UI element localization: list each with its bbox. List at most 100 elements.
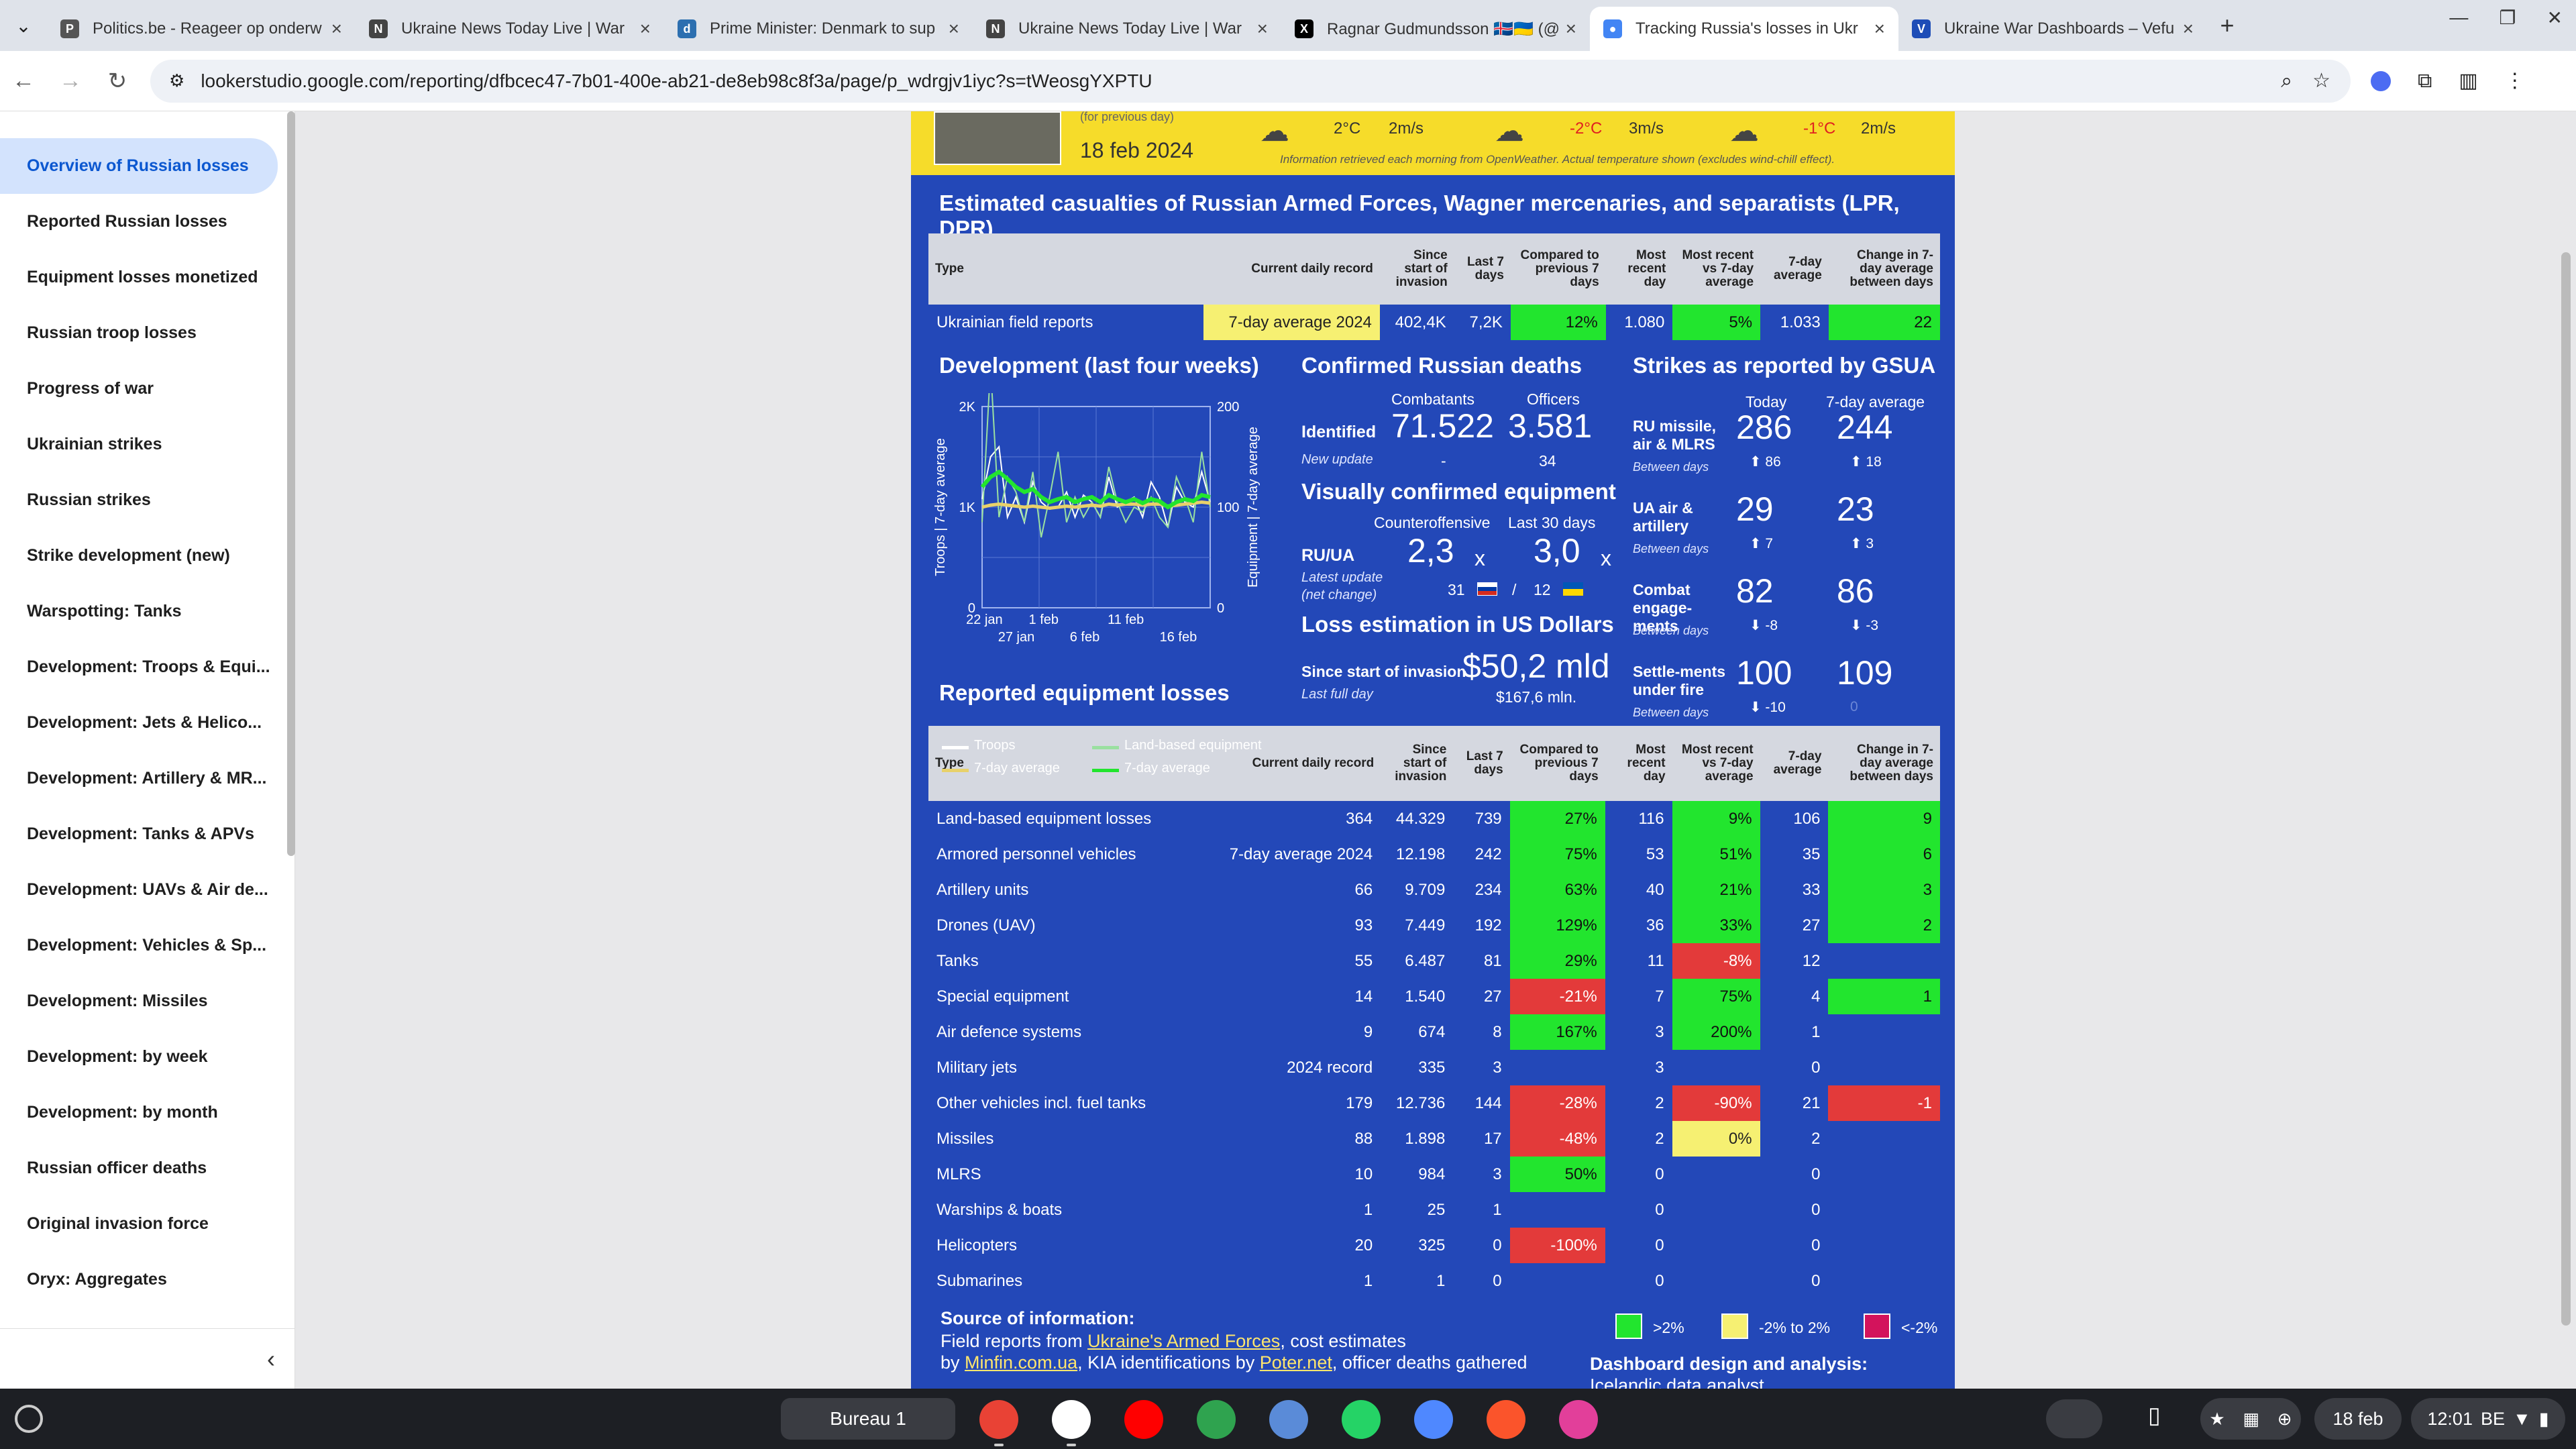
browser-tab[interactable]: ● Tracking Russia's losses in Ukr × <box>1590 7 1898 51</box>
files-app-icon[interactable] <box>1269 1400 1308 1439</box>
column-header[interactable]: Type <box>928 233 1203 305</box>
side-panel-icon[interactable]: ▥ <box>2459 69 2477 93</box>
status-tray[interactable]: 12:01 BE ▼ ▮ <box>2411 1398 2565 1440</box>
cell: 27 <box>1802 916 1821 934</box>
column-header[interactable]: 7-day average <box>1760 233 1829 305</box>
nav-page-item[interactable]: Progress of war <box>0 361 294 417</box>
nav-page-item[interactable]: Development: UAVs & Air de... <box>0 862 294 918</box>
column-header[interactable]: Most recent day <box>1605 726 1672 801</box>
chrome-app-icon[interactable] <box>979 1400 1018 1439</box>
extension-icon[interactable] <box>2371 70 2391 91</box>
collapse-nav-button[interactable]: ‹ <box>0 1328 295 1389</box>
nav-page-item[interactable]: Development: Missiles <box>0 973 294 1029</box>
column-header[interactable]: Most recent day <box>1605 233 1673 305</box>
nav-page-item[interactable]: Development: Tanks & APVs <box>0 806 294 862</box>
canvas-scrollbar[interactable] <box>2561 252 2571 1326</box>
nav-page-item[interactable]: Russian strikes <box>0 472 294 528</box>
nav-page-item[interactable]: Development: by week <box>0 1029 294 1085</box>
close-window-button[interactable]: ✕ <box>2547 7 2563 29</box>
forward-button[interactable]: → <box>47 68 94 94</box>
poternet-link[interactable]: Poter.net <box>1260 1352 1332 1373</box>
url-omnibox[interactable]: ⚙ lookerstudio.google.com/reporting/dfbc… <box>150 59 2351 103</box>
legend-swatch <box>1092 746 1119 749</box>
gmail-app-icon[interactable] <box>1052 1400 1091 1439</box>
back-button[interactable]: ← <box>0 68 47 94</box>
play-app-icon[interactable] <box>1197 1400 1236 1439</box>
browser-tab[interactable]: N Ukraine News Today Live | War × <box>973 7 1281 51</box>
messages-app-icon[interactable] <box>1414 1400 1453 1439</box>
tab-close-icon[interactable]: × <box>1566 18 1576 40</box>
tab-close-icon[interactable]: × <box>1874 18 1885 40</box>
table-row: Helicopters 20 325 0 -100% 0 0 <box>928 1228 1940 1263</box>
nav-page-item[interactable]: Original invasion force <box>0 1196 294 1252</box>
tab-search-chevron-icon[interactable]: ⌄ <box>0 15 47 37</box>
nav-page-item[interactable]: Oryx: Aggregates <box>0 1252 294 1307</box>
nav-page-item[interactable]: Warspotting: Tanks <box>0 584 294 639</box>
nav-page-item[interactable]: Development: Troops & Equi... <box>0 639 294 695</box>
column-header[interactable]: Since start of invasion <box>1379 233 1454 305</box>
column-header[interactable]: Most recent vs 7-day average <box>1672 726 1760 801</box>
nav-page-item[interactable]: Development: Jets & Helico... <box>0 695 294 751</box>
minimize-button[interactable]: — <box>2449 7 2468 29</box>
tab-close-icon[interactable]: × <box>2183 18 2194 40</box>
cell: 0 <box>1811 1165 1821 1183</box>
browser-tab[interactable]: P Politics.be - Reageer op onderw × <box>47 7 356 51</box>
nav-page-item[interactable]: Strike development (new) <box>0 528 294 584</box>
column-header[interactable]: Last 7 days <box>1453 726 1510 801</box>
column-header[interactable]: Compared to previous 7 days <box>1510 233 1606 305</box>
column-header[interactable]: Most recent vs 7-day average <box>1672 233 1761 305</box>
tab-close-icon[interactable]: × <box>331 18 342 40</box>
weather-wind-1: 2m/s <box>1389 119 1424 138</box>
column-header[interactable]: Since start of invasion <box>1381 726 1454 801</box>
menu-kebab-icon[interactable]: ⋮ <box>2505 69 2525 93</box>
column-header[interactable]: Compared to previous 7 days <box>1509 726 1605 801</box>
holding-space-icon[interactable] <box>2046 1399 2102 1438</box>
tab-close-icon[interactable]: × <box>640 18 651 40</box>
browser-tab[interactable]: X Ragnar Gudmundsson 🇮🇸🇺🇦 (@ × <box>1281 7 1590 51</box>
tray-shortcuts[interactable]: ★ ▦ ⊕ <box>2200 1398 2301 1440</box>
whatsapp-app-icon[interactable] <box>1342 1400 1381 1439</box>
nav-page-item[interactable]: Russian officer deaths <box>0 1140 294 1196</box>
minfin-link[interactable]: Minfin.com.ua <box>965 1352 1077 1373</box>
column-header[interactable]: Change in 7-day average between days <box>1828 726 1940 801</box>
cell: 36 <box>1646 916 1664 934</box>
nav-page-item[interactable]: Ukrainian strikes <box>0 417 294 472</box>
column-header[interactable]: Last 7 days <box>1454 233 1511 305</box>
nav-page-item[interactable]: Reported Russian losses <box>0 194 294 250</box>
phone-hub-icon[interactable]: ▯ <box>2148 1402 2161 1429</box>
launcher-icon[interactable] <box>15 1405 43 1433</box>
nav-page-item[interactable]: Overview of Russian losses <box>0 138 278 194</box>
column-header[interactable]: Current daily record <box>1203 726 1381 801</box>
nav-page-item[interactable]: Development: Vehicles & Sp... <box>0 918 294 973</box>
nav-page-item[interactable]: Russian troop losses <box>0 305 294 361</box>
site-settings-icon[interactable]: ⚙ <box>169 70 184 91</box>
cell: 3 <box>1655 1058 1664 1077</box>
tab-close-icon[interactable]: × <box>949 18 959 40</box>
new-tab-button[interactable]: + <box>2207 11 2247 40</box>
zoom-icon[interactable]: ⌕ <box>2281 70 2292 93</box>
bookmark-star-icon[interactable]: ☆ <box>2312 69 2330 93</box>
column-header[interactable]: 7-day average <box>1760 726 1829 801</box>
extensions-puzzle-icon[interactable]: ⧉ <box>2418 70 2432 93</box>
nav-page-item[interactable]: Development: Artillery & MR... <box>0 751 294 806</box>
brave-app-icon[interactable] <box>1487 1400 1525 1439</box>
reload-button[interactable]: ↻ <box>94 68 141 95</box>
sidebar-scrollbar[interactable] <box>287 111 295 856</box>
nav-page-item[interactable]: Development: by month <box>0 1085 294 1140</box>
column-header[interactable]: Current daily record <box>1203 233 1380 305</box>
browser-tab[interactable]: N Ukraine News Today Live | War × <box>356 7 664 51</box>
browser-tab[interactable]: V Ukraine War Dashboards – Vefu × <box>1898 7 2207 51</box>
nav-page-item[interactable]: Equipment losses monetized <box>0 250 294 305</box>
cell: 335 <box>1418 1058 1446 1077</box>
date-tray[interactable]: 18 feb <box>2314 1398 2402 1440</box>
tab-close-icon[interactable]: × <box>1257 18 1268 40</box>
browser-tab[interactable]: d Prime Minister: Denmark to sup × <box>664 7 973 51</box>
youtube-app-icon[interactable] <box>1124 1400 1163 1439</box>
armed-forces-link[interactable]: Ukraine's Armed Forces <box>1087 1331 1280 1351</box>
column-header[interactable]: Change in 7-day average between days <box>1828 233 1940 305</box>
desk-button[interactable]: Bureau 1 <box>781 1398 955 1440</box>
table-row: Land-based equipment losses 364 44.329 739 2… <box>928 801 1940 837</box>
cell: 6 <box>1828 837 1940 872</box>
restore-button[interactable]: ❐ <box>2499 7 2516 29</box>
app-app-icon[interactable] <box>1559 1400 1598 1439</box>
